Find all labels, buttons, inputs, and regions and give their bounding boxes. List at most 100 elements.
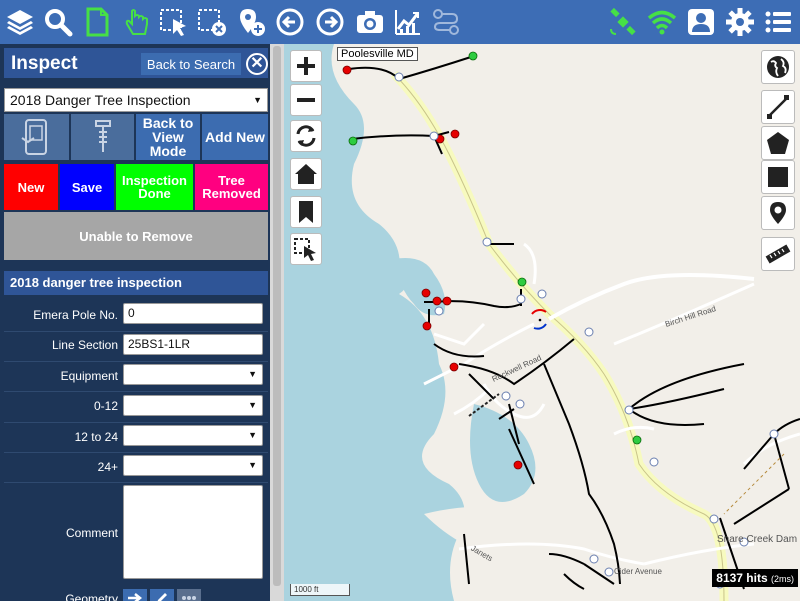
road-label: Cider Avenue xyxy=(614,567,662,576)
inspection-done-button[interactable]: Inspection Done xyxy=(116,164,193,210)
draw-rectangle-icon xyxy=(768,167,788,187)
wifi-icon[interactable] xyxy=(644,4,680,40)
zoom-in-icon xyxy=(297,57,315,75)
camera-icon[interactable] xyxy=(352,4,388,40)
refresh-button[interactable] xyxy=(290,120,322,152)
zoom-in-button[interactable] xyxy=(290,50,322,82)
pole-tag-button[interactable] xyxy=(71,114,134,160)
mobile-scan-button[interactable] xyxy=(4,114,69,160)
divider xyxy=(4,482,268,483)
range-0-12-label: 0-12 xyxy=(93,399,118,413)
layers-icon[interactable] xyxy=(2,4,38,40)
hits-count-badge: 8137 hits (2ms) xyxy=(712,569,798,587)
equipment-select[interactable]: ▼ xyxy=(123,364,263,385)
back-arrow-icon[interactable] xyxy=(272,4,308,40)
home-button[interactable] xyxy=(290,158,322,190)
hits-time: (2ms) xyxy=(771,574,794,584)
chevron-down-icon: ▼ xyxy=(248,369,257,379)
draw-line-button[interactable] xyxy=(761,90,795,124)
list-menu-icon[interactable] xyxy=(760,4,796,40)
zoom-out-button[interactable] xyxy=(290,84,322,116)
section-title: 2018 danger tree inspection xyxy=(4,271,268,295)
equipment-label: Equipment xyxy=(60,369,118,383)
chart-trend-icon[interactable] xyxy=(390,4,426,40)
divider xyxy=(4,422,268,423)
mobile-scan-icon xyxy=(20,119,47,155)
bookmark-button[interactable] xyxy=(290,196,322,228)
measure-ruler-icon xyxy=(765,244,791,264)
scrollbar-thumb[interactable] xyxy=(273,46,281,586)
home-icon xyxy=(295,164,317,184)
draw-line-icon xyxy=(767,95,789,119)
range-24-plus-select[interactable]: ▼ xyxy=(123,455,263,476)
add-new-button[interactable]: Add New xyxy=(202,114,268,160)
comment-textarea[interactable] xyxy=(123,485,263,579)
inspection-type-value: 2018 Danger Tree Inspection xyxy=(10,92,191,108)
location-add-icon[interactable] xyxy=(233,4,269,40)
range-24-plus-label: 24+ xyxy=(97,460,118,474)
tree-removed-button[interactable]: Tree Removed xyxy=(195,164,268,210)
refresh-icon xyxy=(296,125,316,147)
inspection-type-select[interactable]: 2018 Danger Tree Inspection ▼ xyxy=(4,88,268,112)
select-tool-button[interactable] xyxy=(290,233,322,265)
line-section-input[interactable]: 25BS1-1LR xyxy=(123,334,263,355)
new-button[interactable]: New xyxy=(4,164,58,210)
draw-rectangle-button[interactable] xyxy=(761,160,795,194)
pole-tag-icon xyxy=(94,120,111,152)
save-button[interactable]: Save xyxy=(60,164,114,210)
close-icon[interactable]: ✕ xyxy=(246,53,268,75)
globe-icon xyxy=(767,56,789,78)
chevron-down-icon: ▼ xyxy=(248,400,257,410)
town-label: Poolesville MD xyxy=(337,47,418,61)
range-12-24-select[interactable]: ▼ xyxy=(123,425,263,446)
select-tool-icon xyxy=(294,238,316,261)
draw-polygon-button[interactable] xyxy=(761,126,795,160)
geometry-label: Geometry xyxy=(65,592,118,601)
hand-pointer-icon[interactable] xyxy=(118,4,154,40)
search-icon[interactable] xyxy=(40,4,76,40)
map-basemap xyxy=(284,44,800,601)
range-12-24-label: 12 to 24 xyxy=(74,430,118,444)
gear-icon[interactable] xyxy=(722,4,758,40)
geometry-edit-button[interactable] xyxy=(150,589,174,601)
inspect-panel: Inspect Back to Search ✕ 2018 Danger Tre… xyxy=(0,44,284,601)
select-cursor-icon[interactable] xyxy=(156,4,192,40)
pole-number-input[interactable]: 0 xyxy=(123,303,263,324)
divider xyxy=(4,452,268,453)
route-icon[interactable] xyxy=(428,4,464,40)
back-to-view-mode-button[interactable]: Back to View Mode xyxy=(136,114,200,160)
inspect-header: Inspect Back to Search ✕ xyxy=(4,48,268,78)
arrow-right-icon xyxy=(128,593,143,601)
chevron-down-icon: ▼ xyxy=(248,430,257,440)
geometry-arrow-button[interactable] xyxy=(123,589,147,601)
back-to-search-button[interactable]: Back to Search xyxy=(141,53,241,75)
place-marker-button[interactable] xyxy=(761,196,795,230)
forward-arrow-icon[interactable] xyxy=(312,4,348,40)
divider xyxy=(4,361,268,362)
sidebar-scrollbar[interactable] xyxy=(270,44,284,601)
user-profile-icon[interactable] xyxy=(683,4,719,40)
basemap-button[interactable] xyxy=(761,50,795,84)
select-clear-icon[interactable] xyxy=(194,4,230,40)
more-icon xyxy=(182,596,196,600)
pole-number-label: Emera Pole No. xyxy=(33,308,118,322)
draw-polygon-icon xyxy=(767,132,789,154)
divider xyxy=(4,331,268,332)
comment-label: Comment xyxy=(65,526,118,540)
zoom-out-icon xyxy=(297,98,315,102)
divider xyxy=(4,391,268,392)
measure-button[interactable] xyxy=(761,237,795,271)
pencil-icon xyxy=(157,593,167,601)
geometry-more-button[interactable] xyxy=(177,589,201,601)
chevron-down-icon: ▼ xyxy=(253,95,262,105)
unable-to-remove-button[interactable]: Unable to Remove xyxy=(4,212,268,260)
range-0-12-select[interactable]: ▼ xyxy=(123,395,263,416)
map-view[interactable]: Rockwell Road Birch Hill Road Snare Cree… xyxy=(284,44,800,601)
top-toolbar xyxy=(0,0,800,44)
map-scale-bar: 1000 ft xyxy=(290,584,350,596)
document-icon[interactable] xyxy=(79,4,115,40)
road-label: Snare Creek Dam xyxy=(717,534,798,545)
satellite-icon[interactable] xyxy=(605,4,641,40)
bookmark-icon xyxy=(299,201,313,223)
panel-title: Inspect xyxy=(11,53,78,74)
